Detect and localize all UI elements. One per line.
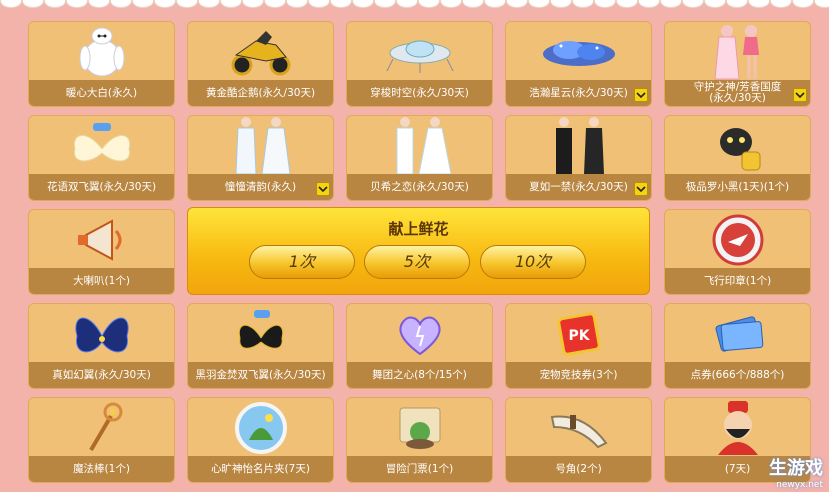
nebula-cloud-icon <box>506 22 651 82</box>
reward-item[interactable]: 舞团之心(8个/15个) <box>346 303 493 389</box>
reward-item[interactable]: 穿梭时空(永久/30天) <box>346 21 493 107</box>
chevron-down-icon[interactable] <box>634 88 648 102</box>
horn-icon <box>506 398 651 458</box>
black-gold-wings-icon <box>188 304 333 364</box>
reward-item[interactable]: 飞行印章(1个) <box>664 209 811 295</box>
item-label: 魔法棒(1个) <box>29 456 174 482</box>
reward-item[interactable]: 极品罗小黑(1天)(1个) <box>664 115 811 201</box>
reward-item[interactable]: 守护之神/芳香国度 (永久/30天) <box>664 21 811 107</box>
site-watermark: 生游戏 newyx.net <box>769 454 823 490</box>
blue-wings-icon <box>29 304 174 364</box>
time-machine-icon <box>347 22 492 82</box>
chevron-down-icon[interactable] <box>793 88 807 102</box>
reward-item[interactable]: 号角(2个) <box>505 397 652 483</box>
offer-10x-button[interactable]: 10次 <box>480 245 586 279</box>
adventure-ticket-icon <box>347 398 492 458</box>
panel-title: 献上鲜花 <box>388 220 449 238</box>
reward-item[interactable]: 夏如一禁(永久/30天) <box>505 115 652 201</box>
black-cat-icon <box>665 116 810 176</box>
flower-wings-icon <box>29 116 174 176</box>
reward-item[interactable]: 魔法棒(1个) <box>28 397 175 483</box>
reward-item[interactable]: 大喇叭(1个) <box>28 209 175 295</box>
item-label: 真如幻翼(永久/30天) <box>29 362 174 388</box>
offer-5x-button[interactable]: 5次 <box>364 245 470 279</box>
item-label: 穿梭时空(永久/30天) <box>347 80 492 106</box>
reward-item[interactable]: PK 宠物竞技券(3个) <box>505 303 652 389</box>
item-label: 黄金酷企鹅(永久/30天) <box>188 80 333 106</box>
offer-1x-button[interactable]: 1次 <box>249 245 355 279</box>
item-label-line2: (永久/30天) <box>709 92 766 104</box>
reward-grid: 暖心大白(永久) 黄金酷企鹅(永久/30天) 穿梭时空(永久/30天) 浩瀚星云… <box>0 0 829 492</box>
golden-penguin-mount-icon <box>188 22 333 82</box>
item-label: 宠物竞技券(3个) <box>506 362 651 388</box>
pk-ticket-icon: PK <box>506 304 651 364</box>
card-holder-icon <box>188 398 333 458</box>
item-label: 夏如一禁(永久/30天) <box>506 174 651 200</box>
reward-item[interactable]: 冒险门票(1个) <box>346 397 493 483</box>
white-robot-icon <box>29 22 174 82</box>
watermark-url: newyx.net <box>776 480 823 490</box>
item-label: 大喇叭(1个) <box>29 268 174 294</box>
item-label: 点券(666个/888个) <box>665 362 810 388</box>
item-label: 冒险门票(1个) <box>347 456 492 482</box>
crystal-heart-icon <box>347 304 492 364</box>
item-label: 舞团之心(8个/15个) <box>347 362 492 388</box>
item-label: 憧憧清韵(永久) <box>188 174 333 200</box>
item-label: 号角(2个) <box>506 456 651 482</box>
reward-item[interactable]: 贝希之恋(永久/30天) <box>346 115 493 201</box>
item-label: 心旷神怡名片夹(7天) <box>188 456 333 482</box>
item-label: 贝希之恋(永久/30天) <box>347 174 492 200</box>
item-label: 花语双飞翼(永久/30天) <box>29 174 174 200</box>
watermark-text: 生游戏 <box>769 458 823 479</box>
svg-text:PK: PK <box>568 328 590 344</box>
magic-wand-icon <box>29 398 174 458</box>
reward-item[interactable]: 黄金酷企鹅(永久/30天) <box>187 21 334 107</box>
item-label: 飞行印章(1个) <box>665 268 810 294</box>
item-label: 守护之神/芳香国度 (永久/30天) <box>665 80 810 106</box>
guardian-outfit-icon <box>665 22 810 82</box>
reward-item[interactable]: 憧憧清韵(永久) <box>187 115 334 201</box>
flight-stamp-icon <box>665 210 810 270</box>
reward-item[interactable]: 花语双飞翼(永久/30天) <box>28 115 175 201</box>
reward-item[interactable]: 点券(666个/888个) <box>664 303 811 389</box>
item-label: 黑羽金焚双飞翼(永久/30天) <box>188 362 333 388</box>
megaphone-icon <box>29 210 174 270</box>
wedding-outfit-pair-icon <box>347 116 492 176</box>
offer-flowers-panel: 献上鲜花 1次 5次 10次 <box>187 207 650 295</box>
chevron-down-icon[interactable] <box>316 182 330 196</box>
black-outfit-pair-icon <box>506 116 651 176</box>
item-label: 极品罗小黑(1天)(1个) <box>665 174 810 200</box>
reward-item[interactable]: 浩瀚星云(永久/30天) <box>505 21 652 107</box>
chevron-down-icon[interactable] <box>634 182 648 196</box>
reward-item[interactable]: 心旷神怡名片夹(7天) <box>187 397 334 483</box>
reward-item[interactable]: 暖心大白(永久) <box>28 21 175 107</box>
reward-item[interactable]: 真如幻翼(永久/30天) <box>28 303 175 389</box>
reward-item[interactable]: 黑羽金焚双飞翼(永久/30天) <box>187 303 334 389</box>
white-outfit-pair-icon <box>188 116 333 176</box>
coupon-icon <box>665 304 810 364</box>
item-label: 浩瀚星云(永久/30天) <box>506 80 651 106</box>
item-label: 暖心大白(永久) <box>29 80 174 106</box>
fortune-god-icon <box>665 398 810 458</box>
